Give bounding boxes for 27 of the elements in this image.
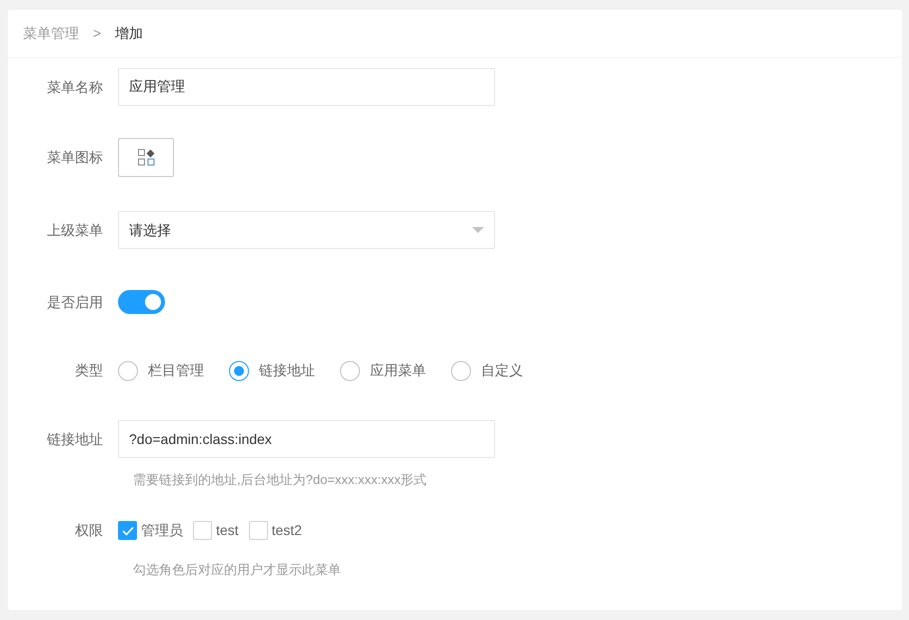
field-label: 上级菜单 <box>46 220 104 240</box>
radio-option[interactable]: 栏目管理 <box>118 360 204 381</box>
checkbox-option[interactable]: test2 <box>248 520 302 541</box>
field-label: 类型 <box>74 361 104 380</box>
field-label: 是否启用 <box>46 292 104 312</box>
help-text: 勾选角色后对应的用户才显示此菜单 <box>133 561 342 579</box>
radio-option[interactable]: 链接地址 <box>229 360 315 381</box>
select-value: 请选择 <box>129 220 171 240</box>
select-field[interactable]: 请选择 <box>118 211 495 249</box>
breadcrumb-current: 增加 <box>115 24 144 43</box>
breadcrumb-separator: > <box>92 24 102 43</box>
checkbox-option[interactable]: test <box>193 520 239 541</box>
radio-option[interactable]: 应用菜单 <box>340 360 426 381</box>
toggle-switch[interactable] <box>118 290 165 314</box>
checkbox-option[interactable]: 管理员 <box>118 520 183 541</box>
grid-icon <box>138 149 154 166</box>
field-label: 菜单名称 <box>46 78 104 96</box>
text-input[interactable]: ?do=admin:class:index <box>118 420 495 458</box>
icon-picker-button[interactable] <box>118 138 174 177</box>
field-label: 菜单图标 <box>46 148 104 167</box>
field-label: 链接地址 <box>46 430 104 448</box>
text-input[interactable]: 应用管理 <box>118 68 495 106</box>
field-label: 权限 <box>74 521 104 540</box>
caret-icon <box>472 227 484 233</box>
radio-option[interactable]: 自定义 <box>451 360 523 381</box>
check-icon <box>122 526 134 536</box>
help-text: 需要链接到的地址,后台地址为?do=xxx:xxx:xxx形式 <box>133 471 428 489</box>
